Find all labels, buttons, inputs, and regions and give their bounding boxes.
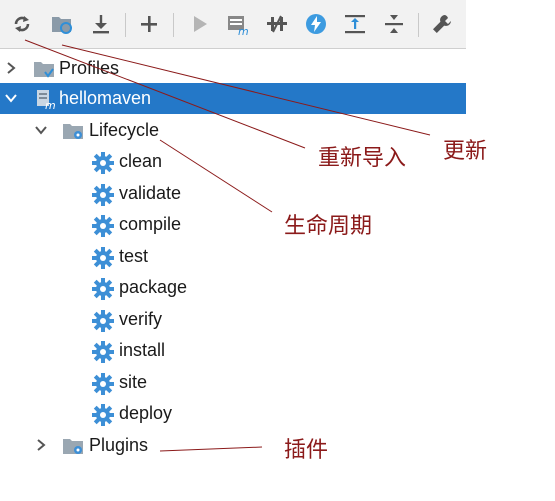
phase-label: verify [119, 309, 163, 329]
lifecycle-phase-site[interactable]: site [0, 367, 466, 398]
chevron-down-icon[interactable] [4, 91, 18, 105]
collapse-all-icon[interactable] [382, 12, 406, 36]
gear-icon [92, 215, 114, 237]
maven-module-icon: m [34, 89, 56, 112]
svg-text:m: m [238, 25, 249, 36]
phase-label: package [119, 277, 188, 297]
phase-label: validate [119, 183, 182, 203]
tree-node-plugins[interactable]: Plugins [0, 430, 466, 461]
tree-node-project[interactable]: m hellomaven [0, 83, 466, 114]
tree-node-profiles[interactable]: Profiles [0, 53, 466, 84]
phase-label: compile [119, 214, 182, 234]
tree-label-project: hellomaven [59, 88, 152, 108]
tree-label-plugins: Plugins [89, 435, 149, 455]
chevron-right-icon[interactable] [4, 61, 18, 75]
phase-label: install [119, 340, 166, 360]
gear-icon [92, 404, 114, 426]
lifecycle-phase-install[interactable]: install [0, 335, 466, 366]
show-dependencies-icon[interactable] [343, 12, 367, 36]
skip-tests-icon[interactable] [304, 12, 328, 36]
add-icon[interactable] [137, 12, 161, 36]
gear-icon [92, 278, 114, 300]
lifecycle-phase-validate[interactable]: validate [0, 178, 466, 209]
gear-icon [92, 310, 114, 332]
toolbar-separator [125, 13, 126, 37]
lifecycle-phase-verify[interactable]: verify [0, 304, 466, 335]
toolbar-separator [418, 13, 419, 37]
download-icon[interactable] [89, 12, 113, 36]
gear-icon [92, 341, 114, 363]
gear-icon [92, 152, 114, 174]
lifecycle-phase-deploy[interactable]: deploy [0, 398, 466, 429]
chevron-right-icon[interactable] [34, 438, 48, 452]
reimport-all-icon[interactable] [10, 12, 34, 36]
phase-label: test [119, 246, 149, 266]
toggle-offline-icon[interactable] [265, 12, 289, 36]
lifecycle-phase-compile[interactable]: compile [0, 209, 466, 240]
gear-icon [92, 184, 114, 206]
plugins-folder-icon [62, 436, 84, 456]
tree-label-profiles: Profiles [59, 58, 120, 78]
gear-icon [92, 373, 114, 395]
annotation-reimport: 重新导入 [318, 146, 407, 171]
run-icon[interactable] [187, 12, 211, 36]
execute-goal-icon[interactable]: m [226, 12, 250, 36]
lifecycle-phase-package[interactable]: package [0, 272, 466, 303]
reimport-folder-icon[interactable] [50, 12, 74, 36]
phase-label: site [119, 372, 148, 392]
annotation-plugins: 插件 [284, 438, 329, 463]
gear-icon [92, 247, 114, 269]
phase-label: clean [119, 151, 163, 171]
profiles-folder-icon [33, 59, 55, 79]
lifecycle-phase-test[interactable]: test [0, 241, 466, 272]
annotation-update: 更新 [443, 139, 488, 164]
toolbar-separator [173, 13, 174, 37]
chevron-down-icon[interactable] [34, 123, 48, 137]
lifecycle-folder-icon [62, 121, 84, 141]
phase-label: deploy [119, 403, 173, 423]
annotation-lifecycle: 生命周期 [284, 214, 373, 239]
svg-text:m: m [45, 99, 56, 109]
settings-wrench-icon[interactable] [430, 12, 454, 36]
tree-label-lifecycle: Lifecycle [89, 120, 160, 140]
maven-toolbar: m [0, 0, 466, 49]
